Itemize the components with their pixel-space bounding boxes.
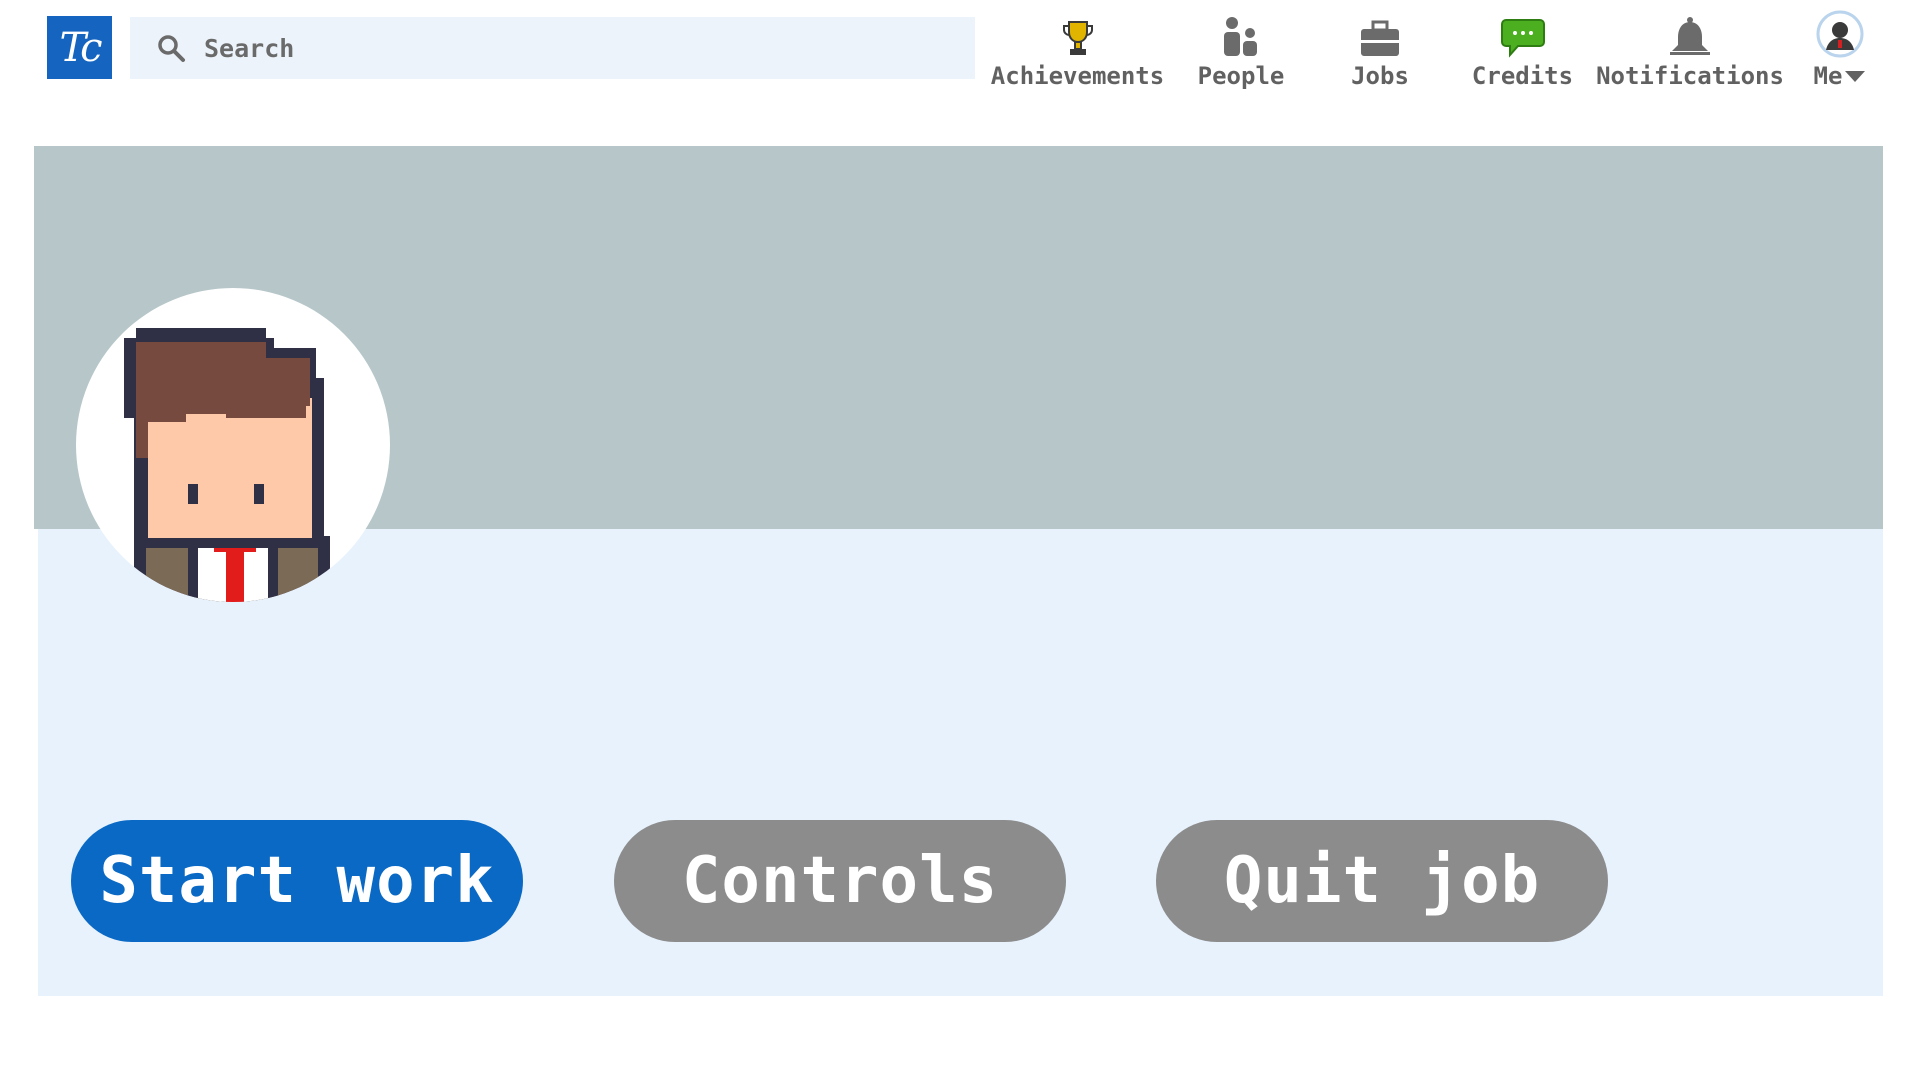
pixel-character-avatar [124, 328, 330, 602]
nav-notifications[interactable]: Notifications [1596, 10, 1784, 90]
start-work-button[interactable]: Start work [71, 820, 523, 942]
search-icon [158, 35, 185, 62]
profile-avatar [76, 288, 390, 602]
nav-people[interactable]: People [1185, 10, 1297, 90]
nav-label-people: People [1197, 62, 1285, 90]
bell-icon [1670, 17, 1710, 55]
search-input[interactable] [202, 32, 926, 64]
nav-label-jobs: Jobs [1351, 62, 1409, 90]
nav-me[interactable]: Me [1800, 10, 1880, 90]
people-icon [1224, 17, 1257, 56]
quit-job-button[interactable]: Quit job [1156, 820, 1608, 942]
nav-label-credits: Credits [1471, 62, 1574, 90]
chevron-down-icon [1845, 71, 1866, 82]
nav-me-row: Me [1814, 62, 1867, 90]
nav-achievements[interactable]: Achievements [990, 10, 1165, 90]
briefcase-icon [1361, 20, 1399, 56]
controls-button[interactable]: Controls [614, 820, 1066, 942]
search-bar[interactable] [130, 17, 975, 79]
nav-credits[interactable]: Credits [1465, 10, 1580, 90]
nav-label-notifications: Notifications [1596, 62, 1784, 90]
app-logo[interactable]: Tc [47, 16, 112, 79]
chat-bubble-icon [1500, 19, 1545, 58]
trophy-icon [1062, 21, 1093, 55]
user-avatar-icon [1816, 10, 1864, 58]
nav-label-achievements: Achievements [990, 62, 1165, 90]
nav-jobs[interactable]: Jobs [1325, 10, 1435, 90]
nav-label-me: Me [1813, 62, 1843, 90]
